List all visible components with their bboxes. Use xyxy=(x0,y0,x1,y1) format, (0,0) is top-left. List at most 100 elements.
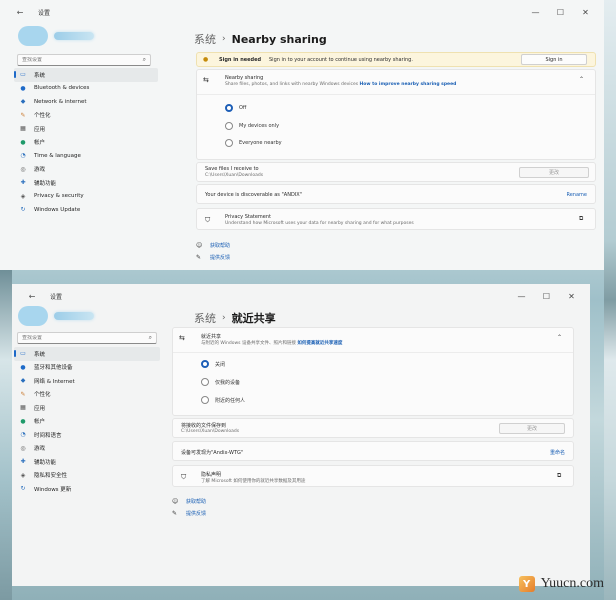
user-profile[interactable] xyxy=(18,26,94,46)
sidebar-item-accounts[interactable]: ● 帐户 xyxy=(14,136,158,150)
feedback-icon: ✎ xyxy=(172,509,178,517)
settings-window-chinese: ← 设置 — ☐ ✕ ⌕ ▭系统 ●蓝牙和其他设备 ◆网络 & Internet… xyxy=(12,284,590,586)
breadcrumb-separator: › xyxy=(222,34,226,44)
get-help-link[interactable]: ☺ 获取帮助 xyxy=(172,495,206,507)
sidebar-item-privacy[interactable]: ◈ 隐私和安全性 xyxy=(14,469,160,483)
improve-speed-link[interactable]: How to improve nearby sharing speed xyxy=(360,82,457,87)
privacy-statement-card[interactable]: ⛉ 隐私声明 了解 Microsoft 如何使用你的就近共享数据及其用途 ⧉ xyxy=(172,465,574,487)
minimize-button[interactable]: — xyxy=(509,288,534,304)
privacy-desc: 了解 Microsoft 如何使用你的就近共享数据及其用途 xyxy=(201,479,306,484)
search-input[interactable] xyxy=(22,57,150,63)
title-bar: ← 设置 — ☐ ✕ xyxy=(12,284,590,308)
radio-button[interactable] xyxy=(201,378,209,386)
search-box[interactable]: ⌕ xyxy=(17,54,151,66)
radio-everyone[interactable]: Everyone nearby xyxy=(225,139,282,147)
sidebar-item-personalization[interactable]: ✎ 个性化 xyxy=(14,388,160,402)
sidebar-item-time[interactable]: ◔ Time & language xyxy=(14,149,158,163)
sidebar-item-gaming[interactable]: ◎ 游戏 xyxy=(14,163,158,177)
personalization-icon: ✎ xyxy=(20,390,26,398)
change-location-button[interactable]: 更改 xyxy=(519,167,589,178)
user-profile[interactable] xyxy=(18,306,94,326)
sidebar-item-update[interactable]: ↻ Windows Update xyxy=(14,203,158,217)
radio-button[interactable] xyxy=(201,396,209,404)
save-location-path: C:\Users\Xuan\Downloads xyxy=(205,173,264,178)
system-icon: ▭ xyxy=(20,350,26,358)
sidebar-item-system[interactable]: ▭ 系统 xyxy=(14,68,158,82)
back-arrow-icon[interactable]: ← xyxy=(26,290,38,302)
external-link-icon[interactable]: ⧉ xyxy=(579,215,583,223)
radio-off[interactable]: Off xyxy=(225,104,246,112)
sidebar-item-network[interactable]: ◆ Network & internet xyxy=(14,95,158,109)
radio-button-checked[interactable] xyxy=(225,104,233,112)
rename-link[interactable]: Rename xyxy=(566,192,587,198)
back-arrow-icon[interactable]: ← xyxy=(14,6,26,18)
sidebar-item-bluetooth[interactable]: ● 蓝牙和其他设备 xyxy=(14,361,160,375)
apps-icon: ▦ xyxy=(20,125,26,133)
radio-off[interactable]: 关闭 xyxy=(201,360,225,368)
get-help-link[interactable]: ☺ 获取帮助 xyxy=(196,239,230,251)
sidebar-item-personalization[interactable]: ✎ 个性化 xyxy=(14,109,158,123)
user-name-blurred xyxy=(54,32,94,40)
help-links: ☺ 获取帮助 ✎ 提供反馈 xyxy=(172,495,206,519)
breadcrumb-parent[interactable]: 系统 xyxy=(194,31,216,47)
sidebar-item-accounts[interactable]: ● 帐户 xyxy=(14,415,160,429)
sidebar-item-bluetooth[interactable]: ● Bluetooth & devices xyxy=(14,82,158,96)
breadcrumb: 系统 › Nearby sharing xyxy=(194,31,327,47)
radio-button[interactable] xyxy=(225,122,233,130)
rename-link[interactable]: 重命名 xyxy=(550,449,565,456)
sidebar-item-time[interactable]: ◔ 时间和语言 xyxy=(14,428,160,442)
save-location-path: C:\Users\Xuan\Downloads xyxy=(181,429,240,434)
save-location-title: 将接收的文件保存到 xyxy=(181,423,227,429)
sidebar-item-update[interactable]: ↻ Windows 更新 xyxy=(14,482,160,496)
nearby-sharing-card: ⇆ Nearby sharing Share files, photos, an… xyxy=(196,69,596,160)
maximize-button[interactable]: ☐ xyxy=(548,4,573,20)
sidebar-item-privacy[interactable]: ◈ Privacy & security xyxy=(14,190,158,204)
close-button[interactable]: ✕ xyxy=(559,288,584,304)
search-input[interactable] xyxy=(22,335,156,341)
radio-my-devices[interactable]: 仅我的设备 xyxy=(201,378,240,386)
accessibility-icon: ✚ xyxy=(20,458,26,466)
notice-title: Sign in needed xyxy=(219,57,262,63)
page-title: Nearby sharing xyxy=(231,32,327,46)
sidebar-item-gaming[interactable]: ◎ 游戏 xyxy=(14,442,160,456)
radio-button[interactable] xyxy=(225,139,233,147)
breadcrumb-parent[interactable]: 系统 xyxy=(194,310,216,326)
accounts-icon: ● xyxy=(20,138,26,146)
sidebar-item-apps[interactable]: ▦ 应用 xyxy=(14,122,158,136)
sidebar-item-network[interactable]: ◆ 网络 & Internet xyxy=(14,374,160,388)
radio-everyone[interactable]: 附近的任何人 xyxy=(201,396,245,404)
nearby-sharing-icon: ⇆ xyxy=(179,334,185,342)
sidebar-item-accessibility[interactable]: ✚ 辅助功能 xyxy=(14,455,160,469)
user-name-blurred xyxy=(54,312,94,320)
minimize-button[interactable]: — xyxy=(523,4,548,20)
site-watermark: Y Yuucn.com xyxy=(518,576,604,592)
shield-icon: ⛉ xyxy=(181,473,187,481)
radio-button-checked[interactable] xyxy=(201,360,209,368)
breadcrumb-separator: › xyxy=(222,313,226,323)
sign-in-notice: ● Sign in needed Sign in to your account… xyxy=(196,52,596,67)
discoverable-text: Your device is discoverable as "ANDIX" xyxy=(205,192,302,198)
update-icon: ↻ xyxy=(20,485,26,493)
radio-my-devices[interactable]: My devices only xyxy=(225,122,279,130)
network-icon: ◆ xyxy=(20,98,26,106)
external-link-icon[interactable]: ⧉ xyxy=(557,472,561,480)
change-location-button[interactable]: 更改 xyxy=(499,423,565,434)
gaming-icon: ◎ xyxy=(20,165,26,173)
maximize-button[interactable]: ☐ xyxy=(534,288,559,304)
search-box[interactable]: ⌕ xyxy=(17,332,157,344)
chevron-up-icon[interactable]: ⌃ xyxy=(579,76,584,83)
sidebar-item-accessibility[interactable]: ✚ 辅助功能 xyxy=(14,176,158,190)
sign-in-button[interactable]: Sign in xyxy=(521,54,587,65)
close-button[interactable]: ✕ xyxy=(573,4,598,20)
search-icon: ⌕ xyxy=(148,334,152,341)
bluetooth-icon: ● xyxy=(20,84,26,92)
watermark-logo-icon: Y xyxy=(518,576,535,592)
divider xyxy=(173,352,573,353)
sidebar-item-system[interactable]: ▭ 系统 xyxy=(14,347,160,361)
improve-speed-link[interactable]: 如何提高就近共享速度 xyxy=(297,341,342,346)
chevron-up-icon[interactable]: ⌃ xyxy=(557,334,562,341)
sidebar-item-apps[interactable]: ▦ 应用 xyxy=(14,401,160,415)
feedback-link[interactable]: ✎ 提供反馈 xyxy=(172,507,206,519)
feedback-link[interactable]: ✎ 提供反馈 xyxy=(196,251,230,263)
privacy-statement-card[interactable]: ⛉ Privacy Statement Understand how Micro… xyxy=(196,208,596,230)
